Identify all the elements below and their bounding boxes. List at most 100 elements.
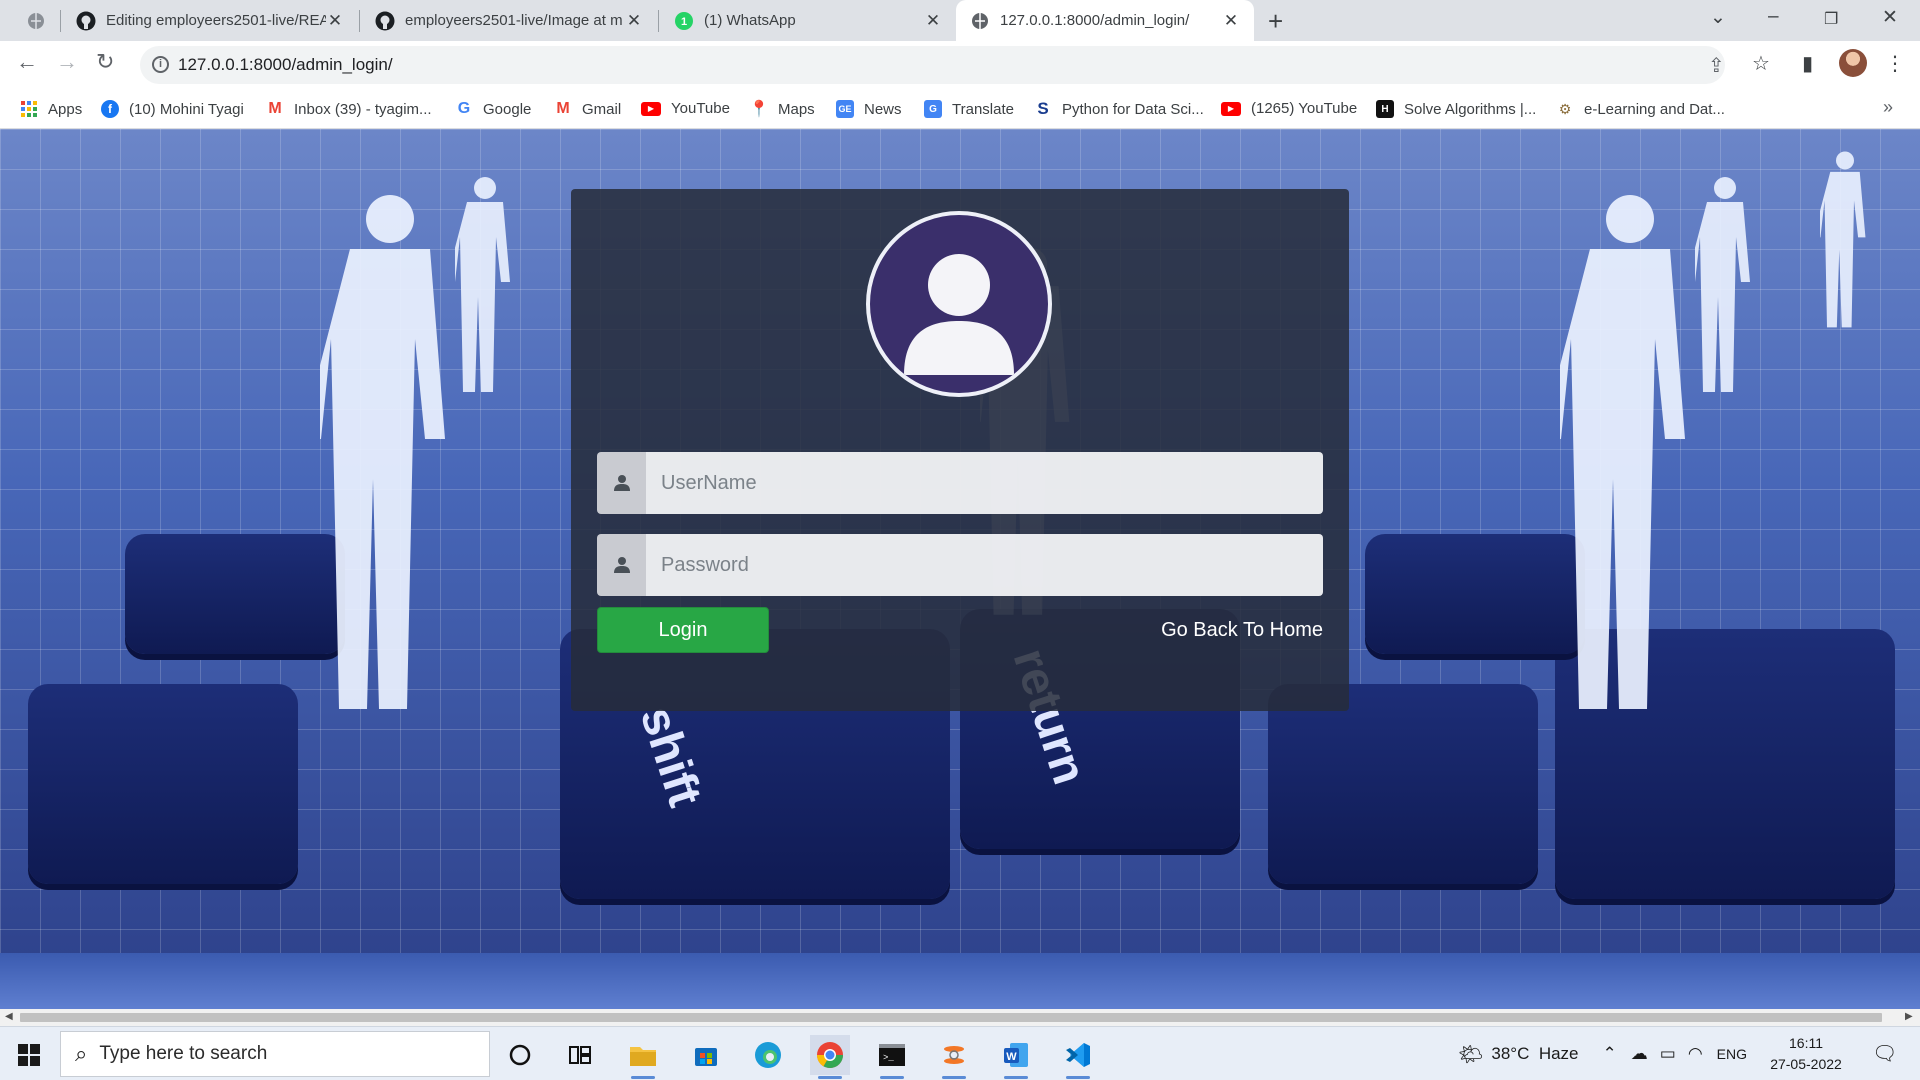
chevron-up-icon[interactable]: ⌃ (1603, 1044, 1617, 1064)
bookmark-label: Apps (48, 100, 83, 118)
tab-editing-readme[interactable]: Editing employeers2501-live/REA ✕ (62, 0, 358, 41)
gmail-icon: M (556, 100, 570, 117)
close-icon[interactable]: ✕ (326, 11, 344, 31)
tab-title: employeers2501-live/Image at m (405, 12, 623, 29)
scroll-right-icon[interactable]: ▶ (1905, 1011, 1913, 1022)
jupyter-icon[interactable] (934, 1035, 974, 1079)
bookmark-inbox[interactable]: M Inbox (39) - tyagim... (266, 100, 432, 118)
taskbar-search-box[interactable]: ⌕ Type here to search (60, 1031, 490, 1077)
user-icon (597, 452, 646, 514)
wifi-icon[interactable]: ◠ (1688, 1044, 1703, 1064)
github-icon (375, 11, 395, 31)
tab-overflow[interactable] (14, 0, 58, 41)
bookmark-maps[interactable]: 📍 Maps (749, 100, 815, 119)
clock-date: 27-05-2022 (1770, 1056, 1842, 1072)
background-key (28, 684, 298, 884)
globe-icon (970, 11, 990, 31)
youtube-icon: ▶ (641, 101, 661, 116)
onedrive-icon[interactable]: ☁ (1631, 1044, 1648, 1064)
bookmark-news[interactable]: GE News (836, 100, 902, 118)
horizontal-scrollbar[interactable]: ◀ ▶ (0, 1009, 1920, 1026)
person-silhouette (455, 177, 510, 392)
tab-admin-login[interactable]: 127.0.0.1:8000/admin_login/ ✕ (956, 0, 1254, 41)
tab-title: 127.0.0.1:8000/admin_login/ (1000, 12, 1190, 29)
new-tab-icon[interactable]: + (1268, 6, 1283, 37)
chrome-browser-icon[interactable] (810, 1035, 850, 1079)
windows-start-icon[interactable] (18, 1044, 40, 1066)
bookmark-label: Python for Data Sci... (1062, 100, 1204, 118)
bookmark-python[interactable]: S Python for Data Sci... (1034, 99, 1204, 118)
apps-grid-icon (20, 100, 38, 118)
gmail-icon: M (268, 100, 282, 117)
reload-icon[interactable]: ↻ (96, 49, 114, 75)
edge-browser-icon[interactable] (748, 1035, 788, 1075)
clock[interactable]: 16:11 27-05-2022 (1768, 1033, 1844, 1075)
cortana-icon[interactable] (500, 1035, 540, 1075)
bookmark-elearning[interactable]: ⚙ e-Learning and Dat... (1556, 100, 1725, 118)
minimize-icon[interactable]: – (1768, 6, 1779, 28)
url-text[interactable]: 127.0.0.1:8000/admin_login/ (178, 55, 393, 75)
notifications-icon[interactable]: 🗨 (1872, 1041, 1897, 1066)
bookmark-youtube-1265[interactable]: ▶ (1265) YouTube (1221, 100, 1357, 117)
close-icon[interactable]: ✕ (1222, 11, 1240, 31)
background-key (1268, 684, 1538, 884)
bookmark-google[interactable]: G Google (455, 100, 532, 118)
task-view-icon[interactable] (560, 1035, 600, 1075)
site-info-icon[interactable]: i (152, 56, 169, 73)
bookmark-youtube[interactable]: ▶ YouTube (641, 100, 730, 117)
profile-avatar[interactable] (1839, 49, 1867, 77)
bookmark-translate[interactable]: G Translate (924, 100, 1014, 118)
more-bookmarks-icon[interactable]: » (1883, 97, 1893, 118)
tab-search-icon[interactable]: ⌄ (1710, 6, 1726, 29)
username-input[interactable] (646, 452, 1323, 514)
person-silhouette (1820, 151, 1866, 328)
terminal-icon[interactable]: >_ (872, 1035, 912, 1079)
facebook-icon: f (101, 100, 119, 118)
word-icon[interactable]: W (996, 1035, 1036, 1079)
maps-icon: 📍 (749, 101, 769, 118)
restore-icon[interactable]: ❐ (1824, 9, 1838, 29)
scrollbar-thumb[interactable] (20, 1013, 1882, 1022)
forward-icon[interactable]: → (56, 49, 78, 75)
bookmark-apps[interactable]: Apps (20, 100, 82, 118)
bookmark-label: News (864, 100, 902, 118)
file-explorer-icon[interactable] (623, 1035, 663, 1079)
tab-whatsapp[interactable]: 1 (1) WhatsApp ✕ (660, 0, 956, 41)
bookmark-label: Inbox (39) - tyagim... (294, 100, 432, 118)
go-back-home-link[interactable]: Go Back To Home (1161, 619, 1323, 642)
bookmark-label: Gmail (582, 100, 622, 118)
person-silhouette (1695, 177, 1750, 392)
close-icon[interactable]: ✕ (625, 11, 643, 31)
login-button[interactable]: Login (597, 607, 769, 653)
scroll-left-icon[interactable]: ◀ (5, 1011, 13, 1022)
background-key (1365, 534, 1585, 654)
youtube-icon: ▶ (1221, 101, 1241, 116)
svg-text:1: 1 (681, 16, 687, 28)
taskbar-search-placeholder: Type here to search (99, 1043, 268, 1064)
microsoft-store-icon[interactable] (686, 1035, 726, 1075)
close-icon[interactable]: ✕ (924, 11, 942, 31)
bookmark-hackerrank[interactable]: H Solve Algorithms |... (1376, 100, 1536, 118)
address-bar[interactable]: i 127.0.0.1:8000/admin_login/ ⇪ (140, 46, 1725, 84)
bookmark-facebook[interactable]: f (10) Mohini Tyagi (101, 100, 244, 118)
back-icon[interactable]: ← (16, 49, 38, 75)
bookmarks-bar: Apps f (10) Mohini Tyagi M Inbox (39) - … (0, 89, 1920, 129)
close-window-icon[interactable]: ✕ (1882, 6, 1898, 29)
bookmark-gmail[interactable]: M Gmail (554, 100, 621, 118)
side-panel-icon[interactable]: ▮ (1802, 51, 1813, 76)
share-icon[interactable]: ⇪ (1708, 53, 1725, 78)
tab-title: (1) WhatsApp (704, 12, 796, 29)
password-input[interactable] (646, 534, 1323, 596)
vscode-icon[interactable] (1058, 1035, 1098, 1079)
weather-text[interactable]: 38°C Haze (1491, 1044, 1578, 1064)
svg-text:W: W (1006, 1051, 1017, 1063)
weather-icon[interactable]: 🌤 (1458, 1042, 1483, 1067)
github-icon (76, 11, 96, 31)
battery-icon[interactable]: ▭ (1660, 1044, 1676, 1064)
tab-image-repo[interactable]: employeers2501-live/Image at m ✕ (361, 0, 657, 41)
bookmark-star-icon[interactable]: ☆ (1752, 51, 1770, 76)
menu-kebab-icon[interactable]: ⋮ (1885, 51, 1905, 76)
system-tray: 🌤 38°C Haze ⌃ ☁ ▭ ◠ ENG (1458, 1027, 1747, 1080)
tab-title: Editing employeers2501-live/REA (106, 12, 326, 29)
language-indicator[interactable]: ENG (1717, 1046, 1747, 1062)
